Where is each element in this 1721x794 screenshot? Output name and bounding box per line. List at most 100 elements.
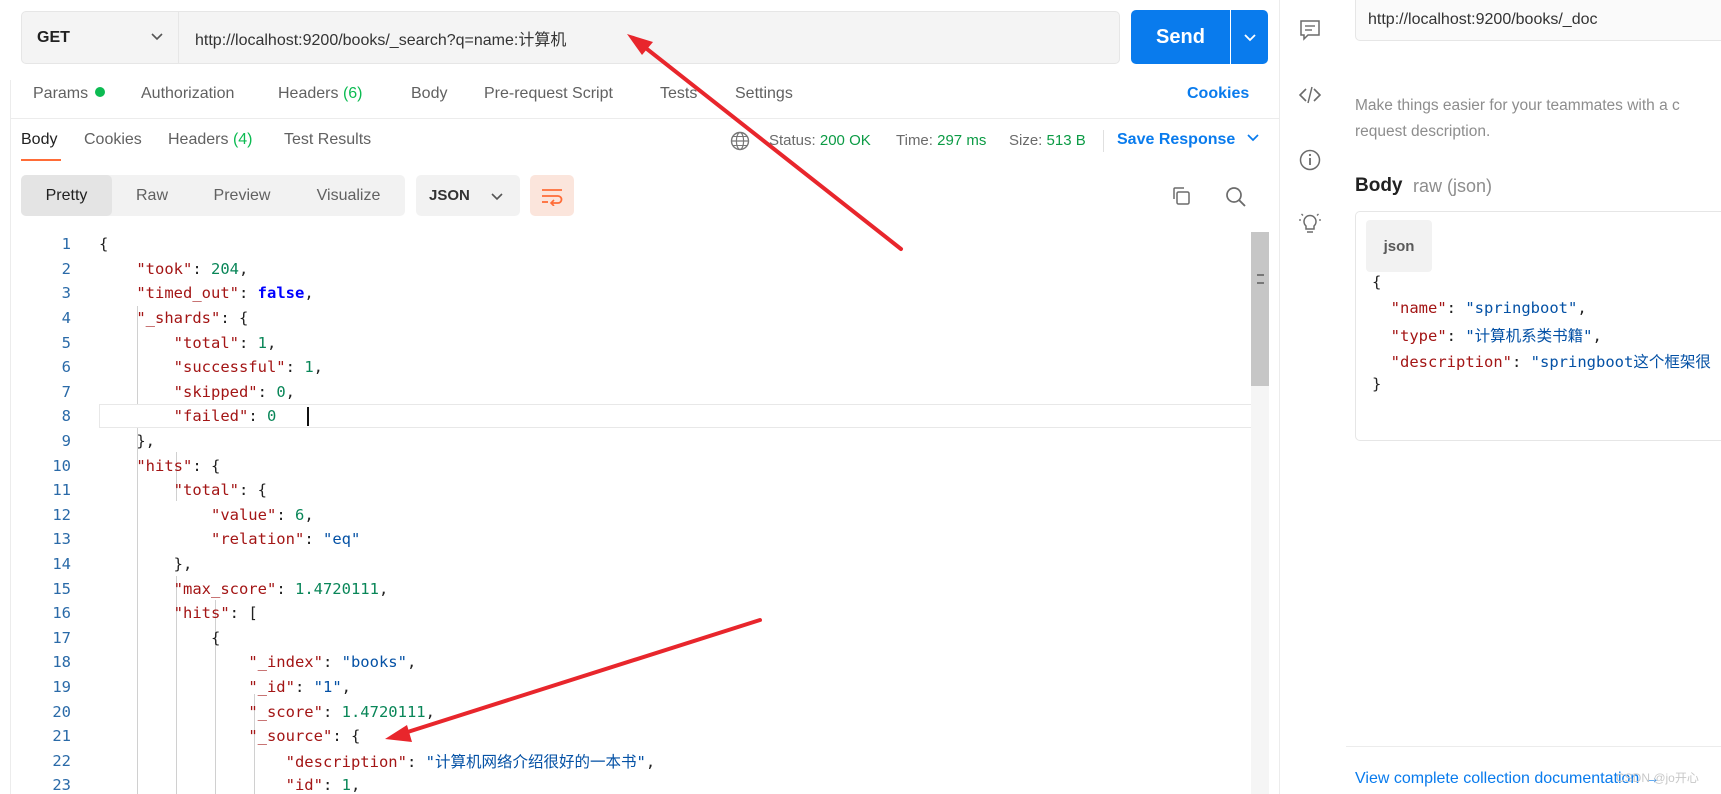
tab-body[interactable]: Body — [411, 85, 447, 103]
info-icon[interactable] — [1298, 148, 1322, 172]
code-text: "_id": "1", — [99, 678, 351, 696]
line-number: 2 — [61, 259, 71, 278]
tab-label: Pre-request Script — [484, 85, 613, 102]
response-tab-headers[interactable]: Headers (4) — [168, 131, 253, 149]
code-token: } — [1372, 375, 1382, 393]
code-token: : — [238, 333, 258, 352]
method-label: GET — [37, 28, 70, 46]
tab-label: Tests — [660, 85, 698, 102]
view-visualize-button[interactable]: Visualize — [292, 175, 405, 216]
tab-params[interactable]: Params — [33, 85, 106, 103]
code-text: { — [99, 629, 220, 647]
params-active-dot — [95, 87, 106, 97]
send-options-button[interactable] — [1231, 10, 1268, 64]
code-text: "_index": "books", — [99, 653, 416, 671]
code-icon[interactable] — [1298, 83, 1322, 107]
json-language-tag: json — [1366, 220, 1432, 272]
code-token: : — [276, 505, 295, 524]
code-token: "计算机系类书籍" — [1465, 327, 1593, 345]
search-icon[interactable] — [1224, 185, 1248, 209]
tab-label: Body — [411, 85, 448, 102]
format-select[interactable]: JSON — [416, 175, 520, 216]
divider — [10, 80, 11, 794]
line-number: 3 — [61, 284, 71, 303]
code-token: "_index" — [248, 653, 323, 672]
comment-icon[interactable] — [1298, 18, 1322, 42]
code-token: , — [285, 382, 296, 401]
code-token: false — [257, 284, 305, 303]
code-line: 22 "description": "计算机网络介绍很好的一本书", — [21, 749, 1251, 774]
code-line: 4 "_shards": { — [21, 306, 1251, 331]
response-tab-cookies[interactable]: Cookies — [84, 131, 142, 149]
code-token: "value" — [210, 505, 277, 524]
view-preview-button[interactable]: Preview — [192, 175, 292, 216]
method-select[interactable]: GET — [21, 11, 178, 64]
line-number: 23 — [52, 776, 71, 794]
globe-icon[interactable] — [729, 130, 751, 152]
view-pretty-button[interactable]: Pretty — [21, 175, 112, 216]
code-token: , — [304, 505, 314, 524]
response-body-editor[interactable]: 1{2 "took": 204, 3 "timed_out": false, 4 "… — [21, 232, 1269, 794]
tab-pre-request-script[interactable]: Pre-request Script — [484, 85, 613, 103]
code-token: 204 — [211, 259, 239, 278]
view-raw-button[interactable]: Raw — [112, 175, 192, 216]
code-token: : — [322, 776, 342, 794]
url-text: http://localhost:9200/books/_search?q=na… — [195, 31, 567, 49]
tab-count: (6) — [342, 85, 363, 102]
divider — [1346, 746, 1721, 747]
tab-tests[interactable]: Tests — [660, 85, 697, 103]
send-button[interactable]: Send — [1131, 10, 1230, 64]
code-token: : — [192, 259, 211, 278]
chevron-down-icon — [1243, 34, 1256, 42]
response-tab-body[interactable]: Body — [21, 131, 57, 149]
response-tab-test-results[interactable]: Test Results — [284, 131, 371, 149]
divider — [1279, 0, 1280, 794]
code-token: , — [313, 358, 323, 377]
code-token: "description" — [1390, 353, 1512, 371]
wrap-lines-button[interactable] — [530, 175, 574, 216]
code-token: "hits" — [136, 456, 193, 475]
code-text: "_score": 1.4720111, — [99, 703, 435, 721]
tab-settings[interactable]: Settings — [735, 85, 793, 103]
tab-authorization[interactable]: Authorization — [141, 85, 234, 103]
code-token: "max_score" — [173, 579, 277, 598]
view-documentation-link[interactable]: View complete collection documentation → — [1355, 770, 1660, 788]
code-token: 1.4720111 — [341, 702, 426, 721]
code-token: }, — [99, 432, 155, 451]
copy-icon[interactable] — [1170, 185, 1192, 207]
code-token: "type" — [1390, 327, 1447, 345]
code-line: 17 { — [21, 626, 1251, 651]
response-size[interactable]: Size: 513 B — [1009, 132, 1086, 149]
chevron-down-icon — [491, 193, 503, 201]
code-token: , — [645, 752, 656, 771]
side-json-line: "type": "计算机系类书籍", — [1372, 324, 1602, 346]
tab-headers[interactable]: Headers (6) — [278, 85, 363, 103]
code-token: "_score" — [248, 702, 323, 721]
response-status[interactable]: Status: 200 OK — [769, 132, 871, 149]
side-json-line: "name": "springboot", — [1372, 299, 1587, 317]
size-label: Size: — [1009, 132, 1043, 149]
request-description[interactable]: Make things easier for your teammates wi… — [1355, 93, 1721, 145]
side-request-url[interactable]: http://localhost:9200/books/_doc — [1355, 0, 1721, 41]
code-token: : — [322, 702, 342, 721]
line-number: 19 — [52, 678, 71, 697]
response-time[interactable]: Time: 297 ms — [896, 132, 986, 149]
code-token: : { — [238, 481, 267, 500]
code-line: 5 "total": 1, — [21, 330, 1251, 355]
code-token: , — [1577, 299, 1587, 317]
tab-label: Headers — [168, 131, 229, 148]
editor-scrollbar-thumb[interactable] — [1251, 232, 1269, 386]
lightbulb-icon[interactable] — [1298, 212, 1322, 236]
code-text: "relation": "eq" — [99, 530, 360, 548]
cookies-link[interactable]: Cookies — [1187, 85, 1249, 103]
code-token: "successful" — [173, 358, 286, 377]
url-input[interactable]: http://localhost:9200/books/_search?q=na… — [178, 11, 1120, 64]
code-token: : — [276, 579, 295, 598]
save-response-button[interactable]: Save Response — [1117, 131, 1260, 149]
code-token: : { — [192, 456, 221, 475]
